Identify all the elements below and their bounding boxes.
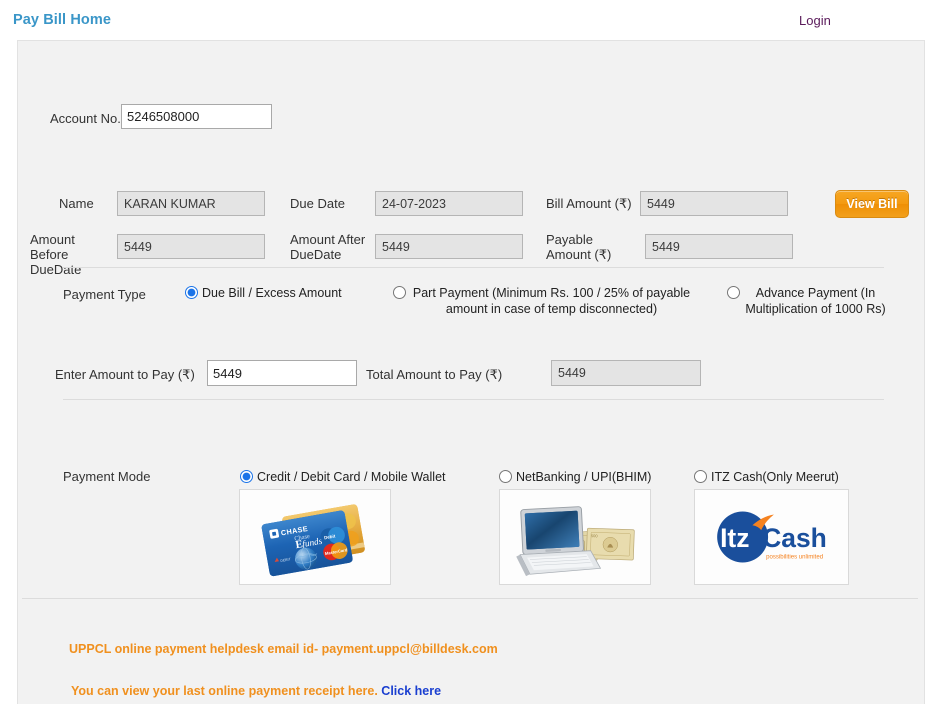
payment-mode-option-itzcash[interactable]: ITZ Cash(Only Meerut)	[694, 469, 839, 485]
payable-amount-value: 5449	[645, 234, 793, 259]
click-here-link[interactable]: Click here	[381, 684, 441, 698]
bill-amount-label: Bill Amount (₹)	[546, 196, 632, 211]
payment-mode-option-label: Credit / Debit Card / Mobile Wallet	[257, 470, 446, 484]
svg-text:500: 500	[591, 533, 599, 538]
credit-card-artwork: CHASE Chase E funds Debit MasterCard DEB…	[240, 490, 390, 584]
name-label: Name	[59, 196, 94, 211]
amount-before-duedate-label: Amount Before DueDate	[30, 232, 82, 277]
payment-type-radio-advance-payment[interactable]	[727, 286, 740, 299]
total-amount-to-pay-value: 5449	[551, 360, 701, 386]
payment-type-option-due-bill[interactable]: Due Bill / Excess Amount	[185, 285, 375, 301]
credit-card-image[interactable]: CHASE Chase E funds Debit MasterCard DEB…	[239, 489, 391, 585]
top-bar: Pay Bill Home Login	[0, 0, 944, 40]
enter-amount-to-pay-input[interactable]	[207, 360, 357, 386]
payment-mode-radio-itzcash[interactable]	[694, 470, 707, 483]
payment-mode-option-label: ITZ Cash(Only Meerut)	[711, 470, 839, 484]
divider-payment-type	[63, 267, 884, 268]
payment-type-option-part-payment[interactable]: Part Payment (Minimum Rs. 100 / 25% of p…	[393, 285, 693, 317]
payment-type-radio-part-payment[interactable]	[393, 286, 406, 299]
login-link[interactable]: Login	[799, 13, 831, 28]
divider-payment-mode	[63, 399, 884, 400]
payment-type-option-label: Part Payment (Minimum Rs. 100 / 25% of p…	[412, 286, 691, 316]
enter-amount-to-pay-label: Enter Amount to Pay (₹)	[55, 367, 195, 382]
payment-mode-radio-netbanking[interactable]	[499, 470, 512, 483]
payment-type-option-advance-payment[interactable]: Advance Payment (In Multiplication of 10…	[727, 285, 887, 317]
itzcash-cash-text: Cash	[762, 523, 827, 553]
itzcash-itz-text: Itz	[720, 523, 749, 553]
amount-after-duedate-label: Amount After DueDate	[290, 232, 366, 262]
payment-mode-label: Payment Mode	[63, 469, 151, 484]
pay-bill-home-link[interactable]: Pay Bill Home	[13, 12, 111, 28]
itzcash-artwork: Itz Cash possibilities unlimited	[695, 490, 848, 584]
laptop-with-rupee-notes-image[interactable]: 500	[499, 489, 651, 585]
helpdesk-note: UPPCL online payment helpdesk email id- …	[69, 642, 498, 656]
payment-mode-option-netbanking[interactable]: NetBanking / UPI(BHIM)	[499, 469, 651, 485]
total-amount-to-pay-label: Total Amount to Pay (₹)	[366, 367, 503, 382]
itzcash-tagline: possibilities unlimited	[766, 555, 823, 561]
payment-mode-option-credit-card[interactable]: Credit / Debit Card / Mobile Wallet	[240, 469, 446, 485]
payment-type-radio-due-bill[interactable]	[185, 286, 198, 299]
receipt-note: You can view your last online payment re…	[71, 684, 441, 698]
account-no-label: Account No.	[50, 111, 121, 126]
payment-type-option-label: Advance Payment (In Multiplication of 10…	[745, 286, 886, 316]
payment-mode-option-label: NetBanking / UPI(BHIM)	[516, 470, 652, 484]
pay-bill-panel: Account No. Name KARAN KUMAR Due Date 24…	[17, 40, 925, 704]
amount-before-duedate-value: 5449	[117, 234, 265, 259]
name-value: KARAN KUMAR	[117, 191, 265, 216]
payment-type-label: Payment Type	[63, 287, 146, 302]
receipt-note-text: You can view your last online payment re…	[71, 684, 378, 698]
amount-after-duedate-value: 5449	[375, 234, 523, 259]
netbanking-artwork: 500	[500, 490, 650, 584]
account-no-input[interactable]	[121, 104, 272, 129]
payment-type-option-label: Due Bill / Excess Amount	[202, 286, 342, 300]
payment-mode-radio-credit-card[interactable]	[240, 470, 253, 483]
payable-amount-label: Payable Amount (₹)	[546, 232, 612, 262]
due-date-value: 24-07-2023	[375, 191, 523, 216]
view-bill-button[interactable]: View Bill	[835, 190, 909, 218]
itzcash-logo-image[interactable]: Itz Cash possibilities unlimited	[694, 489, 849, 585]
divider-footer	[22, 598, 918, 599]
bill-amount-value: 5449	[640, 191, 788, 216]
due-date-label: Due Date	[290, 196, 345, 211]
